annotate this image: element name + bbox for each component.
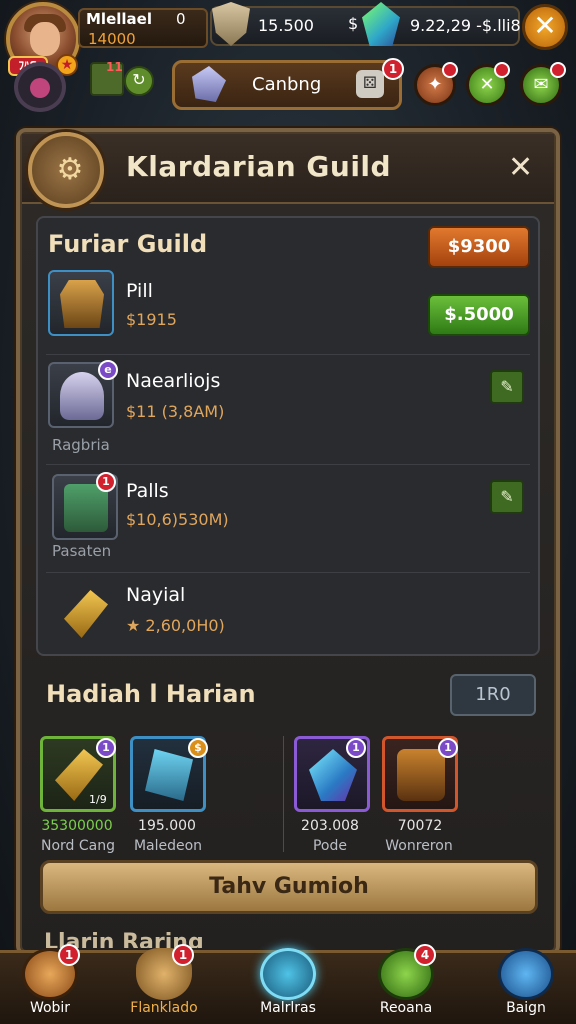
event-badge: 1 <box>382 58 404 80</box>
dice-icon: ⚄ <box>356 70 384 98</box>
reward-badge: 1 <box>346 738 366 758</box>
divider <box>46 572 530 573</box>
item-cost: $10,6)530M) <box>126 510 229 529</box>
nav-label: Flanklado <box>130 1000 198 1016</box>
player-info[interactable]: Mlellael 0 14000 <box>78 8 208 48</box>
gear-icon: ⚙ <box>56 152 84 187</box>
nav-item-map[interactable]: Malrlras <box>238 944 338 1024</box>
item-subtitle: Pasaten <box>52 542 112 560</box>
item-name: Nayial <box>126 584 186 606</box>
nav-item-heart[interactable]: 1 Flanklado <box>114 944 214 1024</box>
player-name: Mlellael <box>86 10 152 28</box>
reward-name: Maledeon <box>133 838 203 854</box>
cannon-icon <box>64 590 108 638</box>
reward-count: 1/9 <box>89 793 107 806</box>
arrow-icon[interactable]: ↻ <box>124 66 154 96</box>
item-cost: ★ 2,60,0H0) <box>126 616 225 635</box>
panel-close-icon[interactable]: ✕ <box>508 150 533 185</box>
price-green-button[interactable]: $.5000 <box>428 294 530 336</box>
nav-item-home[interactable]: 1 Wobir <box>0 944 100 1024</box>
lantern-icon <box>397 749 445 801</box>
nav-label: Baign <box>506 1000 546 1016</box>
panel-title: Klardarian Guild <box>126 150 392 183</box>
item-cost: $11 (3,8АM) <box>126 402 225 421</box>
quill-icon <box>498 948 554 1000</box>
close-icon[interactable]: ✕ <box>522 4 568 50</box>
reward-value: 195.000 <box>138 818 196 834</box>
reward-badge: 1 <box>96 738 116 758</box>
lantern-icon <box>60 280 104 328</box>
item-badge: 1 <box>96 472 116 492</box>
item-icon-lantern[interactable] <box>48 270 114 336</box>
nav-label: Wobir <box>29 1000 71 1016</box>
nav-item-quest[interactable]: Baign <box>476 944 576 1024</box>
item-subtitle: Ragbria <box>52 436 110 454</box>
nav-badge: 1 <box>172 944 194 966</box>
item-cost: $1915 <box>126 310 177 329</box>
reward-value: 203.008 <box>301 818 359 834</box>
item-badge: e <box>98 360 118 380</box>
reward-value: 70072 <box>397 818 443 834</box>
swords-badge <box>494 62 510 78</box>
edit-button[interactable]: ✎ <box>490 370 524 404</box>
daily-title: Hadiah l Harian <box>46 680 256 708</box>
nav-badge: 1 <box>58 944 80 966</box>
player-level: 0 <box>176 10 186 28</box>
mail-badge <box>550 62 566 78</box>
item-name: Palls <box>126 480 169 502</box>
crystal-icon <box>309 749 357 801</box>
guild-section-title: Furiar Guild <box>48 230 208 258</box>
nav-item-battle[interactable]: 4 Reoana <box>356 944 456 1024</box>
top-bar: ﾌﾊS ★ Mlellael 0 14000 15.500 $ 9.22,29 … <box>0 0 576 120</box>
player-power: 14000 <box>88 30 136 48</box>
divider <box>283 736 284 852</box>
currency-dollar-label: $ <box>348 14 359 33</box>
event-label: Canbng <box>252 74 322 95</box>
avatar-face <box>30 22 60 56</box>
reward-name: Wonreron <box>385 838 453 854</box>
item-name: Pill <box>126 280 153 302</box>
reward-value: 35300000 <box>41 818 113 834</box>
map-icon <box>260 948 316 1000</box>
nav-label: Malrlras <box>260 1000 316 1016</box>
divider <box>46 354 530 355</box>
settings-ring-icon[interactable] <box>14 62 66 112</box>
divider <box>46 464 530 465</box>
crossbow-icon <box>145 749 193 801</box>
resource-shield-value: 15.500 <box>258 16 314 35</box>
chest-badge <box>442 62 458 78</box>
nav-label: Reoana <box>379 1000 433 1016</box>
reward-badge: 1 <box>438 738 458 758</box>
price-orange-button[interactable]: $9300 <box>428 226 530 268</box>
daily-timer-badge: 1R0 <box>450 674 536 716</box>
reward-badge: $ <box>188 738 208 758</box>
helmet-icon <box>60 372 104 420</box>
claim-button[interactable]: Tahv Gumioh <box>40 860 538 914</box>
item-icon-cannon[interactable] <box>52 580 118 646</box>
item-name: Naearliojs <box>126 370 221 392</box>
guild-emblem: ⚙ <box>28 132 104 208</box>
resource-gem-value: 9.22,29 -$.lli8 <box>410 16 521 35</box>
map-badge: 11 <box>106 60 123 74</box>
edit-button[interactable]: ✎ <box>490 480 524 514</box>
ring-core <box>30 78 50 98</box>
nav-badge: 4 <box>414 944 436 966</box>
